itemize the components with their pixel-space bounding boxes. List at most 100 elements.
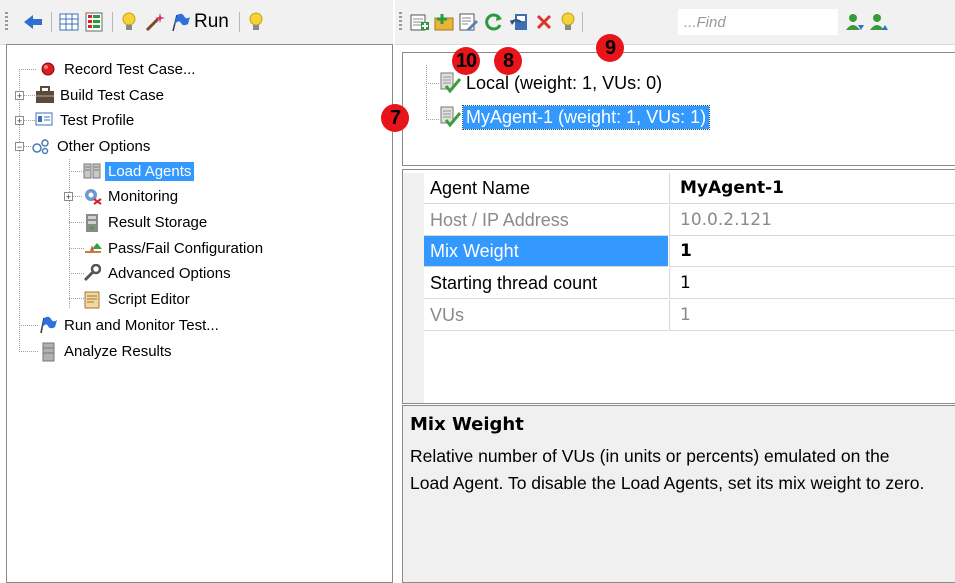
agent-item-local[interactable]: Local (weight: 1, VUs: 0) (439, 70, 665, 96)
callout-badge: 7 (381, 104, 409, 132)
tree-item-label: Test Profile (60, 111, 135, 129)
property-value[interactable]: 1 (669, 268, 955, 299)
property-row[interactable]: VUs 1 (403, 300, 955, 332)
tree-line (19, 351, 39, 352)
grid-view-icon[interactable] (58, 11, 80, 33)
tree-line (73, 196, 83, 197)
property-name: Agent Name (424, 173, 668, 204)
description-title: Mix Weight (410, 414, 524, 435)
tree-item-build-test-case[interactable]: Build Test Case (35, 84, 167, 106)
undo-icon[interactable] (508, 11, 530, 33)
tree-item-pass-fail-configuration[interactable]: Pass/Fail Configuration (83, 237, 266, 259)
back-arrow-icon[interactable] (22, 11, 44, 33)
edit-agent-icon[interactable] (458, 11, 480, 33)
expand-monitoring[interactable]: + (64, 192, 73, 202)
tree-item-record-test-case[interactable]: Record Test Case... (39, 58, 198, 80)
property-row[interactable]: Agent Name MyAgent-1 (403, 173, 955, 205)
profile-icon (35, 111, 53, 129)
find-placeholder: ...Find (684, 13, 726, 31)
property-gutter (403, 205, 424, 237)
property-value[interactable]: MyAgent-1 (669, 173, 955, 204)
tree-item-label: Record Test Case... (64, 60, 196, 78)
storage-icon (83, 213, 101, 232)
property-row[interactable]: Mix Weight 1 (403, 236, 955, 268)
add-agent-folder-icon[interactable] (433, 11, 455, 33)
callout-badge: 9 (596, 34, 624, 62)
tree-item-label: Advanced Options (108, 264, 231, 282)
navigation-tree: + + − + Record Test Case... Build Test C… (6, 44, 393, 583)
find-prev-icon[interactable] (868, 11, 890, 33)
tree-item-other-options[interactable]: Other Options (32, 135, 153, 157)
tree-item-result-storage[interactable]: Result Storage (83, 211, 210, 233)
property-value[interactable]: 1 (669, 300, 955, 331)
pass-fail-icon (83, 239, 102, 257)
tree-item-load-agents[interactable]: Load Agents (83, 160, 195, 182)
property-name: Host / IP Address (424, 205, 668, 236)
expand-build-test-case[interactable]: + (15, 91, 24, 101)
delete-icon[interactable] (533, 11, 555, 33)
property-row[interactable]: Starting thread count 1 (403, 268, 955, 300)
tree-line (69, 159, 70, 309)
run-flag-icon (39, 316, 57, 334)
tree-line (426, 83, 440, 84)
tree-line (426, 119, 440, 120)
property-description-panel: Mix Weight Relative number of VUs (in un… (402, 405, 955, 583)
tree-item-monitoring[interactable]: Monitoring (83, 185, 181, 207)
expand-test-profile[interactable]: + (15, 116, 24, 126)
property-grid: Agent Name MyAgent-1 Host / IP Address 1… (402, 169, 955, 404)
run-flag-icon[interactable] (170, 11, 192, 33)
property-name: Mix Weight (424, 236, 668, 267)
tree-item-label: Script Editor (108, 290, 190, 308)
database-icon (39, 342, 57, 362)
run-button-label[interactable]: Run (194, 11, 229, 33)
toolbar-separator (51, 12, 52, 32)
tree-item-label: Load Agents (105, 161, 195, 181)
property-grid-gutter-fill (403, 332, 424, 403)
agent-check-icon (439, 71, 463, 95)
collapse-other-options[interactable]: − (15, 142, 24, 152)
tree-item-label: Pass/Fail Configuration (108, 239, 264, 257)
property-gutter (403, 268, 424, 300)
toolbar-separator (239, 12, 240, 32)
tree-line (19, 325, 39, 326)
toolbar-grip[interactable] (399, 12, 402, 32)
tree-item-label: Run and Monitor Test... (64, 316, 219, 334)
property-name: VUs (424, 300, 668, 331)
lightbulb-icon[interactable] (557, 11, 579, 33)
agent-label: Local (weight: 1, VUs: 0) (466, 72, 663, 93)
monitoring-icon (83, 187, 102, 205)
add-agent-icon[interactable] (409, 11, 431, 33)
agent-label: MyAgent-1 (weight: 1, VUs: 1) (461, 104, 711, 130)
tree-item-advanced-options[interactable]: Advanced Options (83, 262, 234, 284)
script-icon (83, 290, 101, 309)
property-row[interactable]: Host / IP Address 10.0.2.121 (403, 205, 955, 237)
list-view-icon[interactable] (83, 11, 105, 33)
property-name: Starting thread count (424, 268, 668, 299)
agent-item-myagent-1[interactable]: MyAgent-1 (weight: 1, VUs: 1) (439, 104, 711, 130)
toolbar-separator (112, 12, 113, 32)
tree-item-script-editor[interactable]: Script Editor (83, 288, 193, 310)
agent-check-icon (439, 105, 463, 129)
magic-wand-icon[interactable] (144, 11, 166, 33)
description-text: Relative number of VUs (in units or perc… (410, 446, 925, 493)
property-gutter (403, 236, 424, 268)
tree-item-run-and-monitor-test[interactable]: Run and Monitor Test... (39, 314, 222, 336)
refresh-icon[interactable] (483, 11, 505, 33)
tree-item-test-profile[interactable]: Test Profile (35, 109, 137, 131)
tree-line (24, 146, 32, 147)
lightbulb-icon[interactable] (245, 11, 267, 33)
find-input[interactable]: ...Find (678, 9, 838, 35)
property-value[interactable]: 1 (669, 236, 955, 267)
callout-badge: 10 (452, 47, 480, 75)
tree-line (19, 69, 20, 351)
find-next-icon[interactable] (844, 11, 866, 33)
tree-item-analyze-results[interactable]: Analyze Results (39, 340, 175, 362)
property-gutter (403, 300, 424, 332)
tree-item-label: Monitoring (108, 187, 179, 205)
toolbar-separator (582, 12, 583, 32)
property-value[interactable]: 10.0.2.121 (669, 205, 955, 236)
lightbulb-icon[interactable] (118, 11, 140, 33)
toolbar-grip[interactable] (5, 12, 8, 32)
toolbox-icon (35, 86, 54, 104)
callout-badge: 8 (494, 47, 522, 75)
